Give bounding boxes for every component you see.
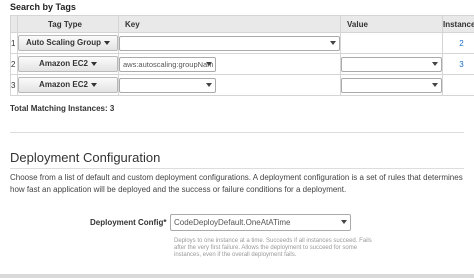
column-header-instances: Instances [442, 15, 474, 33]
key-select[interactable]: aws:autoscaling:groupNam [119, 56, 216, 72]
tag-type-dropdown[interactable]: Amazon EC2 [18, 56, 118, 72]
caret-down-icon [90, 82, 97, 87]
bottom-bar [0, 274, 474, 278]
row-number: 2 [10, 53, 18, 75]
tag-type-label: Amazon EC2 [39, 59, 88, 68]
instances-link[interactable]: 2 [442, 32, 474, 54]
caret-down-icon [90, 61, 97, 66]
tag-type-cell: Auto Scaling Group [17, 32, 119, 54]
tag-type-dropdown[interactable]: Amazon EC2 [18, 77, 118, 93]
deployment-config-help: Deploys to one instance at a time. Succe… [174, 238, 372, 258]
row-number: 3 [10, 74, 18, 96]
table-row: 3 Amazon EC2 [10, 74, 474, 96]
key-value: aws:autoscaling:groupNam [123, 59, 214, 69]
table-row: 2 Amazon EC2 aws:autoscaling:groupNam 3 [10, 53, 474, 75]
column-header-value: Value [340, 15, 443, 33]
deployment-config-label: Deployment Config* [90, 218, 167, 227]
value-cell [340, 32, 443, 54]
value-cell [340, 74, 443, 96]
caret-down-icon [104, 40, 111, 45]
column-header-key: Key [118, 15, 341, 33]
dropdown-arrow-icon [432, 61, 438, 66]
dropdown-arrow-icon [330, 40, 336, 45]
value-cell [340, 53, 443, 75]
dropdown-arrow-icon [341, 220, 347, 224]
dropdown-arrow-icon [432, 82, 438, 87]
total-matching-instances: Total Matching Instances: 3 [10, 104, 115, 113]
key-cell [118, 32, 341, 54]
key-cell [118, 74, 341, 96]
table-row: 1 Auto Scaling Group 2 [10, 32, 474, 54]
column-header-tag-type: Tag Type [17, 15, 119, 33]
tag-type-label: Auto Scaling Group [25, 38, 102, 47]
instances-link[interactable] [442, 74, 474, 96]
row-number: 1 [10, 32, 18, 54]
deployment-config-title: Deployment Configuration [10, 150, 161, 165]
value-select[interactable] [341, 77, 442, 93]
search-by-tags-title: Search by Tags [10, 2, 76, 12]
tags-table: Tag Type Key Value Instances 1 Auto Scal… [10, 15, 474, 96]
key-select[interactable] [119, 77, 216, 93]
tag-type-cell: Amazon EC2 [17, 53, 119, 75]
divider [10, 132, 464, 133]
instances-link[interactable]: 3 [442, 53, 474, 75]
deployment-config-select[interactable]: CodeDeployDefault.OneAtATime [170, 214, 351, 231]
tag-type-cell: Amazon EC2 [17, 74, 119, 96]
key-cell: aws:autoscaling:groupNam [118, 53, 341, 75]
tag-type-label: Amazon EC2 [39, 80, 88, 89]
deployment-config-value: CodeDeployDefault.OneAtATime [174, 218, 291, 227]
column-header-num [10, 15, 18, 33]
tags-table-header: Tag Type Key Value Instances [10, 15, 474, 33]
key-select[interactable] [119, 35, 340, 51]
divider [10, 168, 464, 169]
dropdown-arrow-icon [206, 82, 212, 87]
dropdown-arrow-icon [206, 61, 212, 66]
deployment-config-description: Choose from a list of default and custom… [10, 173, 463, 194]
tag-type-dropdown[interactable]: Auto Scaling Group [18, 35, 118, 51]
value-select[interactable] [341, 56, 442, 72]
